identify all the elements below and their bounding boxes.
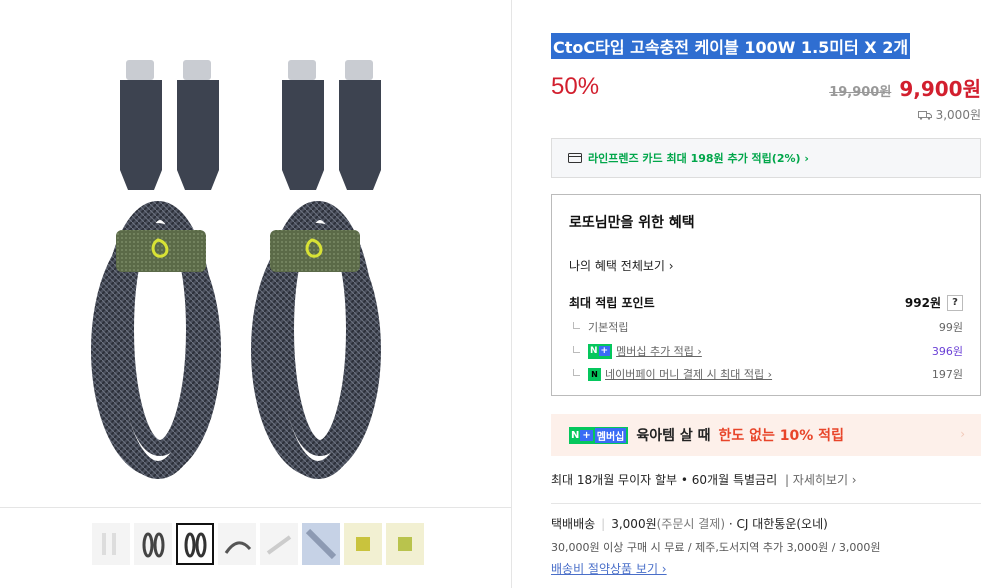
product-gallery [0, 0, 512, 588]
shipping-info: 택배배송 | 3,000원(주문시 결제) · CJ 대한통운(오네) [551, 517, 828, 531]
shipping-fee: 3,000원 [917, 106, 981, 123]
card-icon [568, 153, 582, 163]
banner-main-text: 육아템 살 때 [636, 428, 711, 444]
discount-rate: 50% [551, 73, 600, 100]
thumbnail-5[interactable] [260, 523, 298, 565]
thumbnail-4[interactable] [218, 523, 256, 565]
original-price: 19,900원 [829, 85, 892, 100]
installment-info: 최대 18개월 무이자 할부 • 60개월 특별금리 | 자세히보기 › [551, 471, 857, 488]
thumbnail-3-selected[interactable] [176, 523, 214, 565]
view-all-benefits-link[interactable]: 나의 혜택 전체보기 › [569, 257, 674, 274]
card-promo-text: 라인프렌즈 카드 최대 198원 추가 적립(2%) › [588, 152, 809, 165]
max-points-row: 최대 적립 포인트 992원 ? [569, 294, 963, 311]
shipping-fee-note: (주문시 결제) [656, 517, 726, 531]
max-points-label: 최대 적립 포인트 [569, 296, 655, 310]
thumbnail-8[interactable] [386, 523, 424, 565]
npay-points-value: 197원 [931, 368, 963, 381]
membership-points-value: 396원 [931, 345, 963, 358]
sale-price: 9,900원 [899, 77, 981, 101]
shipping-fee-detail: 3,000원 [611, 517, 657, 531]
chevron-right-icon: › [960, 427, 965, 441]
naver-plus-icon: N + [588, 343, 613, 359]
shipping-type: 택배배송 [551, 517, 596, 531]
npay-points-link[interactable]: 네이버페이 머니 결제 시 최대 적립 › [605, 366, 772, 382]
thumbnail-6[interactable] [302, 523, 340, 565]
thumbnail-2[interactable] [134, 523, 172, 565]
tree-corner [573, 345, 580, 353]
thumbnail-7[interactable] [344, 523, 382, 565]
membership-points-row: N + 멤버십 추가 적립 › 396원 [569, 343, 963, 359]
installment-text: 최대 18개월 무이자 할부 • 60개월 특별금리 [551, 473, 778, 487]
naver-membership-icon: N + 멤버십 [569, 426, 629, 444]
installment-more-link[interactable]: | 자세히보기 › [785, 473, 857, 487]
basic-points-value: 99원 [938, 321, 963, 334]
thumbnail-strip [92, 523, 424, 565]
cable-image [91, 60, 381, 479]
shipping-conditions: 30,000원 이상 구매 시 무료 / 제주,도서지역 추가 3,000원 /… [551, 541, 881, 554]
membership-points-link[interactable]: 멤버십 추가 적립 › [616, 343, 702, 359]
benefit-heading: 로또님만을 위한 혜택 [569, 215, 695, 231]
product-title: CtoC타입 고속충전 케이블 100W 1.5미터 X 2개 [551, 33, 911, 59]
basic-points-row: 기본적립 99원 [569, 319, 963, 335]
main-product-image[interactable] [0, 0, 512, 508]
shipping-fee-text: 3,000원 [935, 108, 981, 122]
tree-corner [573, 368, 580, 376]
naver-pay-icon: N [588, 367, 601, 381]
benefit-box: 로또님만을 위한 혜택 나의 혜택 전체보기 › 최대 적립 포인트 992원 … [551, 194, 981, 396]
price-block: 19,900원 9,900원 [829, 73, 981, 102]
bundle-products-link[interactable]: 배송비 절약상품 보기 › [551, 560, 667, 577]
divider [551, 503, 981, 504]
max-points-value: 992원 [904, 296, 941, 310]
truck-icon [917, 110, 932, 120]
product-info: CtoC타입 고속충전 케이블 100W 1.5미터 X 2개 50% 19,9… [551, 0, 981, 588]
help-button[interactable]: ? [947, 294, 963, 311]
membership-banner[interactable]: N + 멤버십 육아템 살 때 한도 없는 10% 적립 › [551, 414, 981, 456]
shipping-carrier: CJ 대한통운(오네) [736, 517, 828, 531]
card-promo[interactable]: 라인프렌즈 카드 최대 198원 추가 적립(2%) › [551, 138, 981, 178]
tree-corner [573, 321, 580, 329]
thumbnail-1[interactable] [92, 523, 130, 565]
banner-accent-text: 한도 없는 10% 적립 [718, 428, 844, 444]
npay-points-row: N 네이버페이 머니 결제 시 최대 적립 › 197원 [569, 366, 963, 382]
basic-points-label: 기본적립 [588, 321, 629, 334]
